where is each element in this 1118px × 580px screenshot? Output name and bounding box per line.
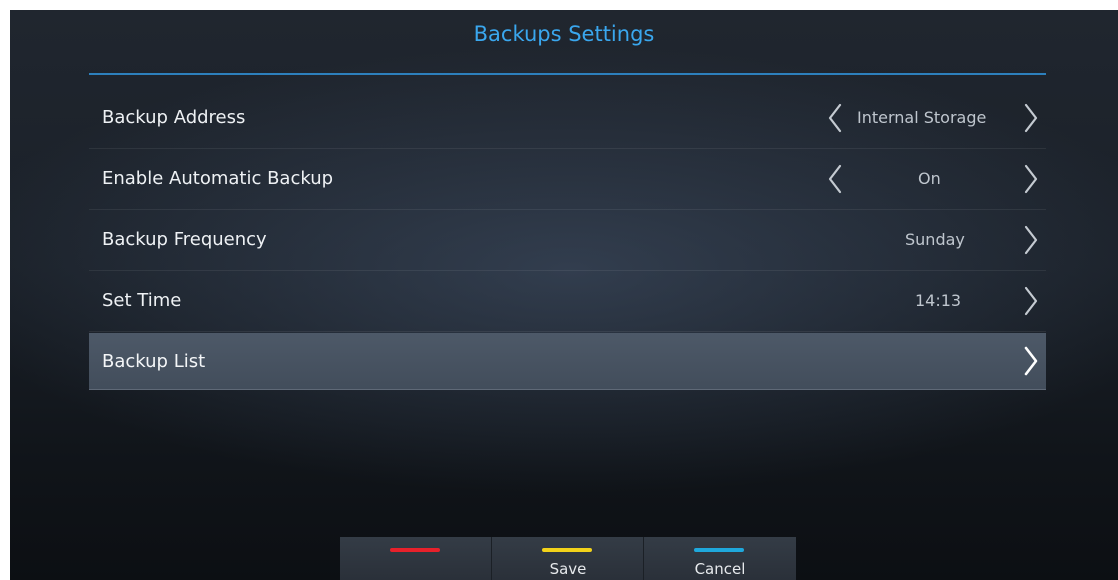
setting-label: Enable Automatic Backup [102, 168, 334, 189]
setting-value: Sunday [905, 230, 965, 249]
setting-value: 14:13 [915, 291, 962, 310]
red-key-button[interactable] [340, 537, 492, 580]
backup-settings-screen: Backups Settings Backup Address Internal… [10, 10, 1118, 580]
chevron-right-icon[interactable] [1023, 346, 1039, 376]
setting-row-set-time[interactable]: Set Time 14:13 [89, 271, 1046, 332]
chevron-right-icon[interactable] [1023, 286, 1039, 316]
settings-list: Backup Address Internal Storage Enable A… [89, 88, 1046, 390]
chevron-right-icon[interactable] [1023, 164, 1039, 194]
page-title: Backups Settings [473, 22, 655, 46]
save-label: Save [549, 560, 587, 578]
blue-key-indicator [694, 548, 744, 552]
setting-label: Set Time [102, 290, 182, 311]
yellow-key-indicator [542, 548, 592, 552]
red-key-indicator [390, 548, 440, 552]
setting-label: Backup List [102, 351, 206, 372]
setting-label: Backup Frequency [102, 229, 267, 250]
setting-value: On [918, 169, 941, 188]
chevron-right-icon[interactable] [1023, 103, 1039, 133]
setting-row-backup-list[interactable]: Backup List [89, 333, 1046, 390]
chevron-left-icon[interactable] [827, 103, 843, 133]
setting-row-backup-frequency[interactable]: Backup Frequency Sunday [89, 210, 1046, 271]
title-divider [89, 73, 1046, 75]
setting-row-backup-address[interactable]: Backup Address Internal Storage [89, 88, 1046, 149]
setting-label: Backup Address [102, 107, 246, 128]
chevron-left-icon[interactable] [827, 164, 843, 194]
footer-key-bar: Save Cancel [340, 537, 796, 580]
setting-value: Internal Storage [857, 108, 987, 127]
cancel-button[interactable]: Cancel [644, 537, 796, 580]
chevron-right-icon[interactable] [1023, 225, 1039, 255]
setting-row-automatic-backup[interactable]: Enable Automatic Backup On [89, 149, 1046, 210]
cancel-label: Cancel [694, 560, 746, 578]
save-button[interactable]: Save [492, 537, 644, 580]
